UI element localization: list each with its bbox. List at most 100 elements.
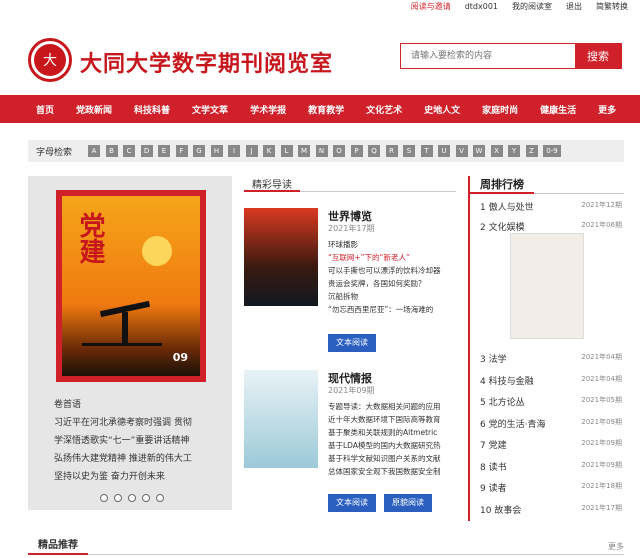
featured-line[interactable]: 学深悟透歌实“七一”重要讲话精神: [54, 432, 224, 450]
letter-filter[interactable]: V: [455, 145, 468, 157]
ranking-item[interactable]: 3 法学 2021年04期: [480, 352, 622, 365]
nav-item[interactable]: 文化艺术: [366, 103, 402, 116]
carousel-dot[interactable]: [100, 494, 108, 502]
letter-filter[interactable]: K: [263, 145, 276, 157]
letter-filter[interactable]: I: [228, 145, 241, 157]
featured-line[interactable]: 坚持以史为鉴 奋力开创未来: [54, 468, 224, 486]
carousel-dot[interactable]: [114, 494, 122, 502]
ranking-name[interactable]: 4 科技与金融: [480, 374, 534, 387]
original-read-button[interactable]: 原貌阅读: [384, 494, 432, 512]
main-nav: 首页 党政新闻 科技科普 文学文萃 学术学报 教育教学 文化艺术 史地人文 家庭时尚 健康生活 更多: [0, 95, 640, 123]
letter-filter[interactable]: E: [158, 145, 171, 157]
weekly-ranking: 周排行榜 1 傲人与处世 2021年12期 2 文化娱模 2021年06期 3 法学 20…: [468, 176, 624, 521]
nav-item[interactable]: 家庭时尚: [482, 103, 518, 116]
letter-filter[interactable]: R: [385, 145, 398, 157]
issue-label: 卷首语: [54, 400, 82, 410]
letter-filter[interactable]: Z: [525, 145, 538, 157]
featured-line[interactable]: 弘扬伟大建党精神 推进新的伟大工: [54, 450, 224, 468]
logout-link[interactable]: 退出: [566, 1, 582, 12]
ranking-cover[interactable]: [510, 233, 584, 339]
letter-filter[interactable]: G: [193, 145, 206, 157]
magazine-desc: 专题导读：大数据相关问题的应用 近十年大数据环境下国际高等教育 基于聚类和关联规…: [328, 402, 441, 476]
ranking-date: 2021年04期: [581, 375, 622, 383]
letter-filter[interactable]: D: [140, 145, 153, 157]
nav-item[interactable]: 更多: [598, 103, 616, 116]
letter-filter[interactable]: T: [420, 145, 433, 157]
nav-item[interactable]: 文学文萃: [192, 103, 228, 116]
read-record-link[interactable]: 阅读与邀请: [411, 1, 451, 12]
ranking-name[interactable]: 6 党的生活·青海: [480, 417, 545, 430]
letter-filter[interactable]: Q: [368, 145, 381, 157]
ranking-item[interactable]: 9 读者 2021年18期: [480, 481, 622, 494]
nav-item[interactable]: 健康生活: [540, 103, 576, 116]
letter-filter[interactable]: L: [280, 145, 293, 157]
featured-line[interactable]: 习近平在河北承德考察时强调 贯彻: [54, 414, 224, 432]
magazine-date: 2021年09期: [328, 386, 375, 395]
ranking-name[interactable]: 3 法学: [480, 352, 507, 365]
letter-filter[interactable]: S: [403, 145, 416, 157]
letter-filter[interactable]: 0-9: [543, 145, 562, 157]
letter-filter[interactable]: P: [350, 145, 363, 157]
ranking-name[interactable]: 7 党建: [480, 438, 507, 451]
letter-filter[interactable]: W: [473, 145, 486, 157]
carousel-dot[interactable]: [128, 494, 136, 502]
ranking-name[interactable]: 5 北方论丛: [480, 395, 525, 408]
search-input[interactable]: [401, 44, 575, 68]
ranking-date: 2021年05期: [581, 396, 622, 404]
letter-filter[interactable]: M: [298, 145, 311, 157]
ranking-item[interactable]: 6 党的生活·青海 2021年09期: [480, 417, 622, 430]
nav-item[interactable]: 史地人文: [424, 103, 460, 116]
letter-filter[interactable]: O: [333, 145, 346, 157]
letter-filter[interactable]: J: [245, 145, 258, 157]
ranking-item[interactable]: 4 科技与金融 2021年04期: [480, 374, 622, 387]
alphabet-index: 字母检索 A B C D E F G H I J K L M N O P Q R S T U V W X Y Z 0-9: [28, 140, 624, 162]
language-switch-link[interactable]: 简繁转换: [596, 1, 628, 12]
magazine-cover[interactable]: [244, 208, 318, 306]
letter-filter[interactable]: H: [210, 145, 223, 157]
more-link[interactable]: 更多: [608, 541, 624, 552]
letter-filter[interactable]: F: [175, 145, 188, 157]
cover-title: 党建: [75, 212, 105, 264]
ranking-date: 2021年18期: [581, 482, 622, 490]
ranking-item[interactable]: 8 读书 2021年09期: [480, 460, 622, 473]
letter-filter[interactable]: A: [88, 145, 101, 157]
letter-filter[interactable]: Y: [508, 145, 521, 157]
carousel-dot[interactable]: [142, 494, 150, 502]
featured-panel: 党建 09 卷首语 习近平在河北承德考察时强调 贯彻 学深悟透歌实“七一”重要讲…: [28, 176, 232, 510]
letter-filter[interactable]: B: [105, 145, 118, 157]
letter-filter[interactable]: X: [490, 145, 503, 157]
top-bar: 阅读与邀请 dtdx001 我的阅读室 退出 简繁转换: [0, 0, 640, 12]
ranking-name[interactable]: 2 文化娱模: [480, 220, 525, 233]
nav-item[interactable]: 学术学报: [250, 103, 286, 116]
guide-title: 精彩导读: [244, 176, 300, 192]
text-read-button[interactable]: 文本阅读: [328, 334, 376, 352]
nav-item[interactable]: 党政新闻: [76, 103, 112, 116]
nav-item[interactable]: 教育教学: [308, 103, 344, 116]
ranking-name[interactable]: 8 读书: [480, 460, 507, 473]
nav-item[interactable]: 科技科普: [134, 103, 170, 116]
magazine-title[interactable]: 现代情报: [328, 370, 372, 386]
letter-filter[interactable]: C: [123, 145, 136, 157]
my-reading-link[interactable]: 我的阅读室: [512, 1, 552, 12]
ranking-item[interactable]: 1 傲人与处世 2021年12期: [480, 200, 622, 213]
ranking-item[interactable]: 2 文化娱模 2021年06期: [480, 220, 622, 233]
featured-cover[interactable]: 党建 09: [56, 190, 206, 382]
header: 大 大同大学数字期刊阅览室 搜索: [0, 24, 640, 88]
ranking-item[interactable]: 10 故事会 2021年17期: [480, 503, 622, 516]
ranking-item[interactable]: 7 党建 2021年09期: [480, 438, 622, 451]
text-read-button[interactable]: 文本阅读: [328, 494, 376, 512]
letter-filter[interactable]: N: [315, 145, 328, 157]
ranking-name[interactable]: 10 故事会: [480, 503, 521, 516]
search-button[interactable]: 搜索: [575, 44, 621, 68]
magazine-title[interactable]: 世界博览: [328, 208, 372, 224]
ranking-name[interactable]: 1 傲人与处世: [480, 200, 534, 213]
ranking-item[interactable]: 5 北方论丛 2021年05期: [480, 395, 622, 408]
carousel-dot[interactable]: [156, 494, 164, 502]
letter-filter[interactable]: U: [438, 145, 451, 157]
ranking-date: 2021年04期: [581, 353, 622, 361]
magazine-cover[interactable]: [244, 370, 318, 468]
sun-graphic: [142, 236, 172, 266]
ranking-name[interactable]: 9 读者: [480, 481, 507, 494]
nav-item[interactable]: 首页: [36, 103, 54, 116]
alphabet-label: 字母检索: [36, 147, 73, 158]
